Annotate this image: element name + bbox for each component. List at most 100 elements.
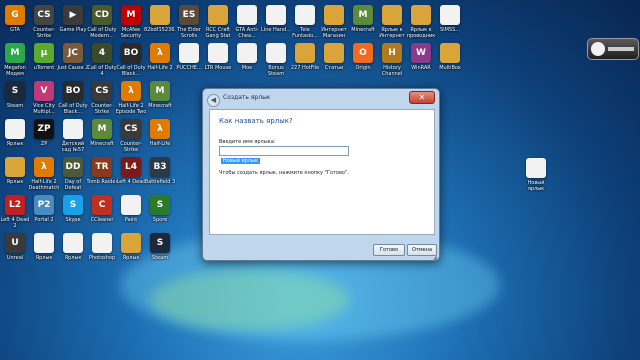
skype-icon: S	[63, 195, 83, 215]
icon-label: Ярлык к проводник	[406, 27, 436, 39]
game-icon: JC	[63, 43, 83, 63]
icon-label: Half-Life 2 Deathmatch	[28, 179, 60, 191]
desktop-icon[interactable]: Photoshop	[89, 230, 115, 276]
mouse-cursor-icon	[294, 131, 304, 140]
icon-label: Детский сад №57	[61, 141, 85, 153]
game-icon: BO	[63, 81, 83, 101]
folder-icon	[5, 157, 25, 177]
icon-label: Tomb Raider	[86, 179, 118, 185]
icon-label: Half-Life	[149, 141, 171, 147]
name-field-label: Введите имя ярлыка:	[219, 139, 276, 145]
game-icon: CS	[121, 119, 141, 139]
folder-icon	[324, 5, 344, 25]
game-icon: 4	[92, 43, 112, 63]
file-icon	[92, 233, 112, 253]
wallpaper-streak	[150, 270, 350, 330]
icon-label: Counter-Strike Source	[120, 141, 142, 153]
file-icon	[208, 43, 228, 63]
game-icon: CS	[34, 5, 54, 25]
game-icon: S	[150, 195, 170, 215]
file-icon	[440, 5, 460, 25]
icon-label: Portal 2	[34, 217, 54, 223]
desktop-icon[interactable]: PUCCHE...	[176, 40, 202, 86]
dialog-title: Создать ярлык	[223, 94, 271, 101]
desktop-icon-new-shortcut[interactable]: Новый ярлык	[523, 155, 549, 201]
icon-label: Photoshop	[88, 255, 116, 261]
desktop-icon[interactable]: Moe	[234, 40, 260, 86]
icon-label: Call of Duty 4	[87, 65, 117, 77]
halflife-icon: λ	[34, 157, 54, 177]
game-icon: M	[150, 81, 170, 101]
icon-label: Minecraft	[351, 27, 375, 33]
folder-icon	[382, 5, 402, 25]
desktop-icon[interactable]: Ярлык	[31, 230, 57, 276]
shield-icon: M	[121, 5, 141, 25]
resize-grip-icon[interactable]: ◢	[433, 255, 437, 261]
game-icon: L2	[5, 195, 25, 215]
game-icon: M	[92, 119, 112, 139]
desktop-icon[interactable]: O Origin	[350, 40, 376, 86]
desktop-icon[interactable]: S Steam	[147, 230, 173, 276]
close-button[interactable]: ✕	[409, 91, 435, 104]
desktop-icon[interactable]: H History Channel	[379, 40, 405, 86]
dialog-titlebar[interactable]: ◀ Создать ярлык ✕	[203, 89, 439, 111]
icon-label: Day of Defeat Source	[64, 179, 82, 191]
icon-label: Moe	[241, 65, 253, 71]
icon-label: Vice City Multipl...	[33, 103, 55, 115]
desktop-icon[interactable]: Bonus Steam	[263, 40, 289, 86]
dialog-heading: Как назвать ярлык?	[219, 117, 293, 125]
icon-label: The Elder Scrolls	[177, 27, 201, 39]
icon-label: Ярлык	[6, 141, 24, 147]
icon-label: Bonus Steam	[267, 65, 285, 77]
icon-label: PUCCHE...	[176, 65, 202, 71]
folder-icon	[295, 43, 315, 63]
desktop-icon[interactable]: Ярлык	[60, 230, 86, 276]
done-button[interactable]: Готово	[373, 244, 405, 256]
halflife-icon: λ	[150, 119, 170, 139]
icon-label: GTA Anti-Chea...	[235, 27, 259, 39]
desktop-icon[interactable]: Статьи	[321, 40, 347, 86]
halflife-icon: λ	[121, 81, 141, 101]
icon-label: Skype	[65, 217, 81, 223]
game-icon: ES	[179, 5, 199, 25]
game-icon: H	[382, 43, 402, 63]
desktop-icon[interactable]: 227 HotFile	[290, 40, 320, 86]
game-icon: M	[353, 5, 373, 25]
shortcut-name-input[interactable]: Новый ярлык	[219, 146, 349, 164]
gadget-widget[interactable]	[587, 38, 639, 60]
file-icon	[266, 5, 286, 25]
steam-icon: S	[5, 81, 25, 101]
icon-label: Battlefield 3	[144, 179, 176, 185]
desktop-icon[interactable]: Ярлык	[118, 230, 144, 276]
icon-label: Counter-Strike Online	[91, 103, 113, 115]
icon-label: Статьи	[324, 65, 344, 71]
game-icon: G	[5, 5, 25, 25]
desktop-icon[interactable]: MultiBox	[437, 40, 463, 86]
icon-label: Minecraft	[90, 141, 114, 147]
icon-label: McAfee Security Sc...	[120, 27, 142, 39]
icon-label: Counter-Strike	[33, 27, 55, 39]
game-icon: P2	[34, 195, 54, 215]
game-icon: B3	[150, 157, 170, 177]
icon-label: Интернет Магазин	[321, 27, 347, 39]
desktop-icon[interactable]: LTR Mouse	[205, 40, 231, 86]
icon-label: Line Hand...	[261, 27, 291, 33]
back-arrow-icon[interactable]: ◀	[207, 94, 220, 107]
file-icon	[179, 43, 199, 63]
icon-label: MultiBox	[439, 65, 461, 71]
folder-icon	[208, 5, 228, 25]
ccleaner-icon: C	[92, 195, 112, 215]
game-icon: TR	[92, 157, 112, 177]
game-icon: L4	[121, 157, 141, 177]
icon-label: 227 HotFile	[290, 65, 320, 71]
icon-label: Half-Life 2	[147, 65, 173, 71]
file-icon	[5, 119, 25, 139]
icon-label: History Channel	[381, 65, 403, 77]
folder-icon	[121, 233, 141, 253]
icon-label: Call of Duty Black...	[58, 103, 88, 115]
file-icon	[237, 43, 257, 63]
desktop[interactable]: G GTA CS Counter-Strike ▶ Game Play CD Call of …	[0, 0, 640, 360]
desktop-icon[interactable]: U Unreal	[2, 230, 28, 276]
desktop-icon[interactable]: W WinRAR	[408, 40, 434, 86]
icon-label: ZP	[40, 141, 48, 147]
